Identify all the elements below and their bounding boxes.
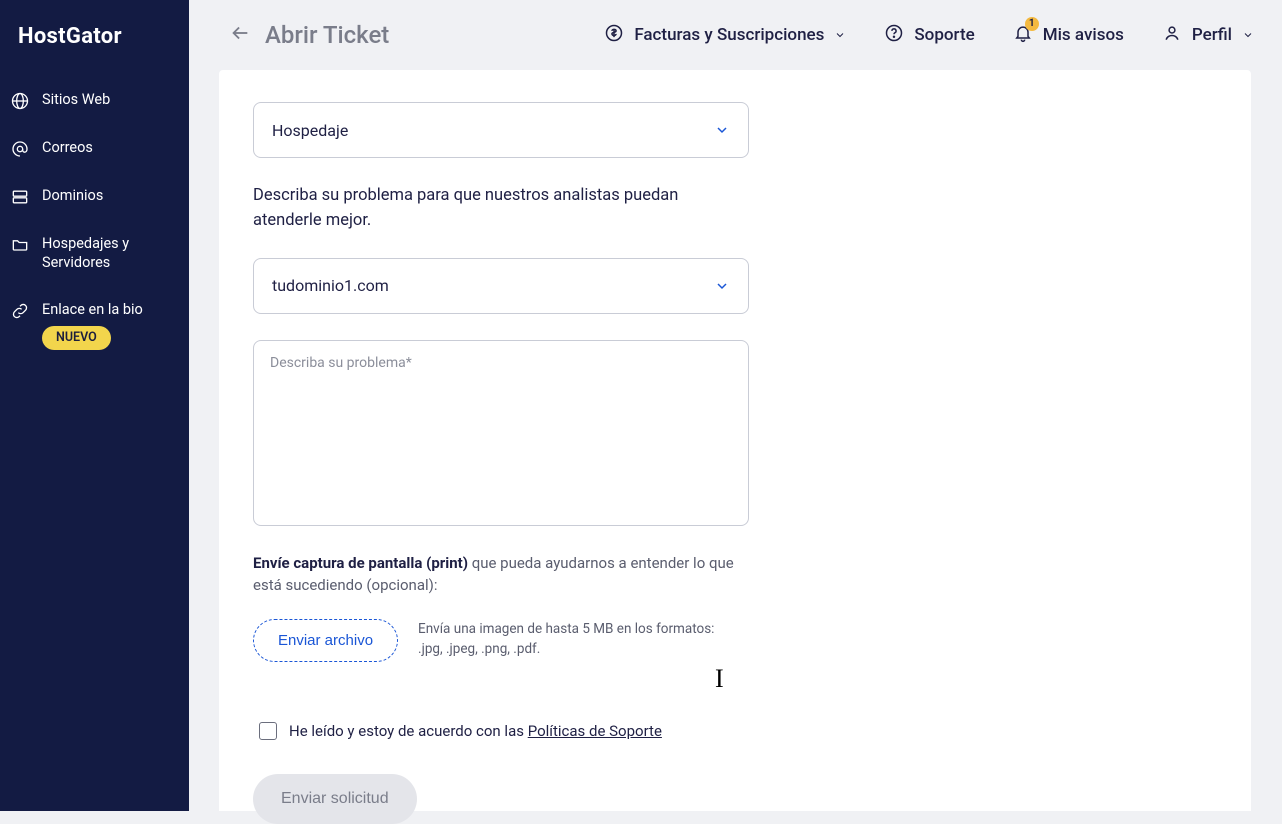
new-badge: NUEVO	[42, 326, 111, 350]
bell-icon: 1	[1013, 23, 1033, 48]
sidebar-item-emails[interactable]: Correos	[0, 125, 189, 173]
notice-count-badge: 1	[1025, 17, 1039, 31]
topbar-profile[interactable]: Perfil	[1162, 23, 1254, 48]
sidebar-item-domains[interactable]: Dominios	[0, 173, 189, 221]
select-value: Hospedaje	[272, 121, 348, 140]
category-select[interactable]: Hospedaje	[253, 102, 749, 158]
sidebar-item-label: Enlace en la bio NUEVO	[42, 301, 177, 350]
upload-file-button[interactable]: Enviar archivo	[253, 619, 398, 662]
topbar-label: Perfil	[1192, 25, 1232, 45]
sidebar-item-label: Hospedajes y Servidores	[42, 235, 177, 273]
chevron-down-icon	[834, 29, 846, 41]
brand-logo: HostGator	[0, 18, 189, 77]
at-icon	[10, 139, 30, 159]
sidebar-item-label: Sitios Web	[42, 91, 177, 110]
form-instructions: Describa su problema para que nuestros a…	[253, 184, 749, 234]
topbar-billing[interactable]: Facturas y Suscripciones	[604, 23, 846, 48]
link-icon	[10, 301, 30, 321]
screenshot-instructions: Envíe captura de pantalla (print) que pu…	[253, 552, 749, 597]
agree-text: He leído y estoy de acuerdo con las Polí…	[289, 722, 662, 740]
sidebar-item-sites[interactable]: Sitios Web	[0, 77, 189, 125]
topbar-label: Soporte	[914, 25, 974, 45]
upload-hint: Envía una imagen de hasta 5 MB en los fo…	[418, 620, 714, 659]
topbar-label: Mis avisos	[1043, 25, 1124, 45]
sidebar-item-label: Correos	[42, 139, 177, 158]
topbar-notices[interactable]: 1 Mis avisos	[1013, 23, 1124, 48]
sidebar-item-hosting[interactable]: Hospedajes y Servidores	[0, 221, 189, 287]
folder-icon	[10, 235, 30, 255]
policy-link[interactable]: Políticas de Soporte	[528, 722, 662, 740]
domain-select[interactable]: tudominio1.com	[253, 258, 749, 314]
agree-row: He leído y estoy de acuerdo con las Polí…	[253, 722, 787, 740]
topbar-support[interactable]: Soporte	[884, 23, 974, 48]
select-value: tudominio1.com	[272, 276, 389, 295]
user-icon	[1162, 23, 1182, 48]
chevron-down-icon	[714, 278, 730, 294]
server-icon	[10, 187, 30, 207]
help-icon	[884, 23, 904, 48]
topbar-label: Facturas y Suscripciones	[634, 25, 824, 45]
globe-icon	[10, 91, 30, 111]
back-arrow-icon[interactable]	[229, 22, 251, 49]
chevron-down-icon	[714, 122, 730, 138]
problem-textarea[interactable]	[253, 340, 749, 526]
chevron-down-icon	[1242, 29, 1254, 41]
submit-button[interactable]: Enviar solicitud	[253, 774, 417, 824]
page-title: Abrir Ticket	[265, 21, 389, 49]
main-panel: Hospedaje Describa su problema para que …	[219, 70, 1251, 811]
agree-checkbox[interactable]	[259, 722, 277, 740]
sidebar-item-label: Dominios	[42, 187, 177, 206]
topbar: Abrir Ticket Facturas y Suscripciones So…	[189, 0, 1282, 70]
dollar-icon	[604, 23, 624, 48]
sidebar-item-linkbio[interactable]: Enlace en la bio NUEVO	[0, 287, 189, 364]
sidebar: HostGator Sitios Web Correos Dominios	[0, 0, 189, 811]
